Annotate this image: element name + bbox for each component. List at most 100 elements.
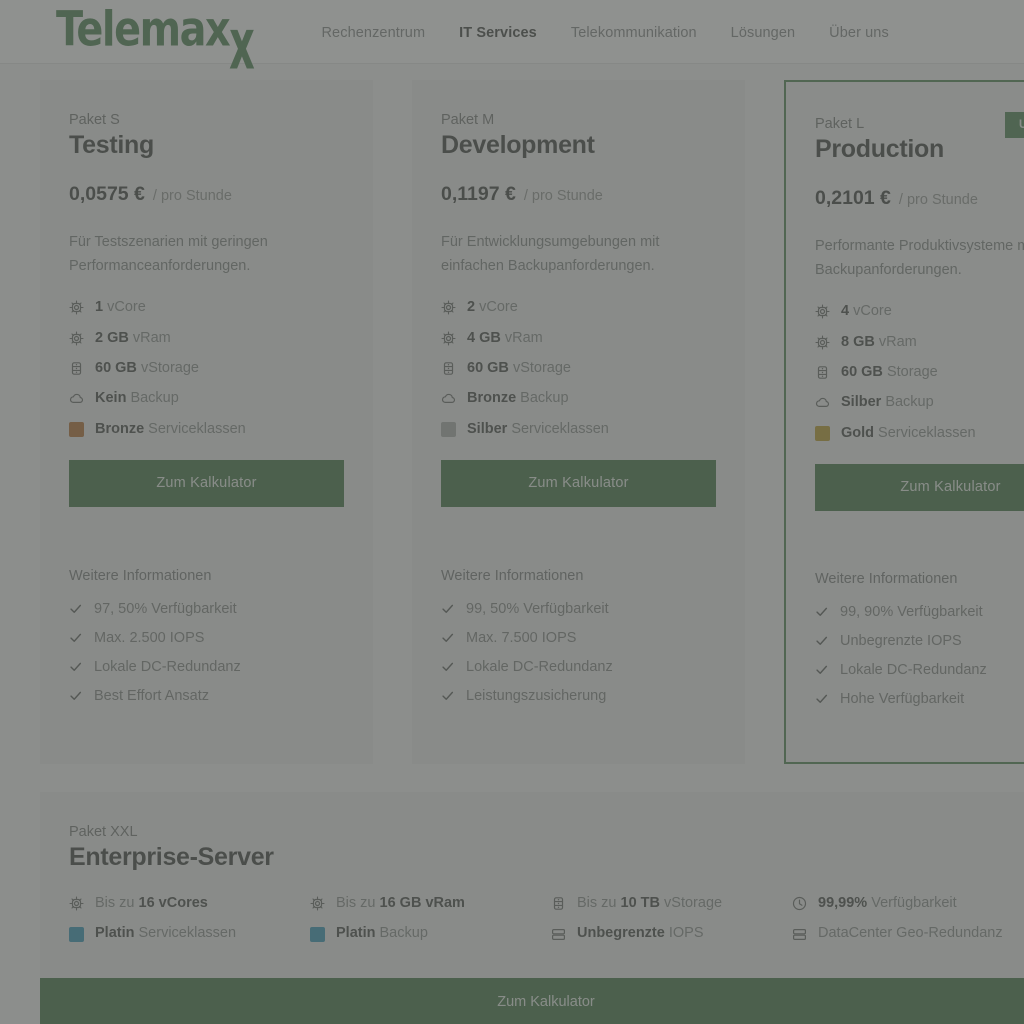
cpu-icon — [815, 335, 830, 350]
more-info-item: Max. 2.500 IOPS — [69, 630, 344, 646]
nav-item--ber-uns[interactable]: Über uns — [829, 25, 889, 41]
check-icon — [815, 692, 829, 706]
spec-label: Silber Serviceklassen — [467, 420, 609, 437]
spec-item: 60 GB vStorage — [69, 360, 344, 377]
spec-item: 4 GB vRam — [441, 330, 716, 347]
package-label: Paket M — [441, 112, 495, 128]
package-name: Testing — [69, 131, 154, 159]
check-icon — [441, 660, 455, 674]
more-info-item: Lokale DC-Redundanz — [441, 659, 716, 675]
spec-item: 99,99% Verfügbarkeit — [792, 895, 1023, 912]
more-info-list: 99, 50% Verfügbarkeit Max. 7.500 IOPS Loka… — [441, 601, 716, 704]
spec-label: 1 vCore — [95, 299, 146, 316]
spec-label: Bronze Serviceklassen — [95, 420, 246, 437]
package-label: Paket S — [69, 112, 120, 128]
spec-list: 4 vCore 8 GB vRam 60 GB Storage Silber Back… — [815, 303, 1024, 442]
xxl-calculator-button[interactable]: Zum Kalkulator — [40, 977, 1024, 1024]
spec-item: Bis zu 16 GB vRam — [310, 895, 541, 912]
spec-item: Kein Backup — [69, 390, 344, 407]
spec-label: Gold Serviceklassen — [841, 424, 976, 441]
package-description: Performante Produktivsysteme mit hohen B… — [815, 238, 1024, 279]
more-info-item: Best Effort Ansatz — [69, 688, 344, 704]
spec-item: Gold Serviceklassen — [815, 425, 1024, 442]
more-info-label: Leistungszusicherung — [466, 688, 607, 705]
price-unit: / pro Stunde — [898, 192, 978, 208]
spec-item: Bronze Backup — [441, 390, 716, 407]
price-value: 0,0575 € — [69, 183, 145, 205]
main-navigation: Rechenzentrum IT Services Telekommunikatio… — [321, 25, 888, 41]
check-icon — [69, 660, 83, 674]
spec-label: 60 GB Storage — [841, 363, 938, 380]
nav-item-telekommunikation[interactable]: Telekommunikation — [571, 25, 697, 41]
spec-label: Kein Backup — [95, 390, 179, 407]
telemaxx-logo[interactable]: Telemaxx — [56, 5, 255, 80]
server-icon — [551, 927, 566, 942]
cpu-icon — [441, 331, 456, 346]
spec-item: Bis zu 16 vCores — [69, 895, 300, 912]
cpu-icon — [815, 304, 830, 319]
spec-item: 4 vCore — [815, 303, 1024, 320]
service-class-swatch — [815, 425, 830, 441]
spec-item: Bis zu 10 TB vStorage — [551, 895, 782, 912]
spec-label: 4 GB vRam — [467, 329, 543, 346]
nav-item-l-sungen[interactable]: Lösungen — [731, 25, 796, 41]
pricing-card-testing: Paket S Testing 0,0575 € / pro Stunde Für Te… — [40, 80, 373, 765]
nav-item-rechenzentrum[interactable]: Rechenzentrum — [321, 25, 425, 41]
calculator-button[interactable]: Zum Kalkulator — [69, 460, 344, 508]
spec-label: Platin Backup — [336, 925, 428, 942]
service-class-swatch — [441, 421, 456, 437]
recommended-badge: Unsere Empfehlung — [1004, 112, 1024, 138]
spec-item: Unbegrenzte IOPS — [551, 925, 782, 942]
check-icon — [815, 605, 829, 619]
cpu-icon — [69, 896, 84, 911]
spec-label: 99,99% Verfügbarkeit — [818, 895, 957, 912]
spec-label: 60 GB vStorage — [467, 359, 571, 376]
spec-label: 4 vCore — [841, 303, 892, 320]
page-root: Telemaxx Rechenzentrum IT Services Telekom… — [0, 0, 1024, 1024]
check-icon — [441, 631, 455, 645]
database-icon — [815, 365, 830, 380]
logo-tail: x — [229, 3, 255, 86]
spec-item: Platin Serviceklassen — [69, 925, 300, 942]
price-value: 0,2101 € — [815, 187, 891, 209]
more-info-item: Leistungszusicherung — [441, 688, 716, 704]
check-icon — [69, 689, 83, 703]
price-value: 0,1197 € — [441, 183, 516, 205]
nav-item-it-services[interactable]: IT Services — [459, 25, 537, 41]
spec-label: Bis zu 10 TB vStorage — [577, 895, 723, 912]
more-info-item: 99, 50% Verfügbarkeit — [441, 601, 716, 617]
spec-item: 8 GB vRam — [815, 334, 1024, 351]
server-icon — [792, 927, 807, 942]
more-info-label: 99, 90% Verfügbarkeit — [840, 604, 983, 621]
spec-label: 2 GB vRam — [95, 329, 171, 346]
check-icon — [441, 602, 455, 616]
check-icon — [69, 631, 83, 645]
spec-item: 1 vCore — [69, 299, 344, 316]
more-info-title: Weitere Informationen — [441, 568, 584, 585]
spec-label: Bis zu 16 vCores — [95, 895, 208, 912]
check-icon — [815, 634, 829, 648]
more-info-item: Lokale DC-Redundanz — [69, 659, 344, 675]
cloud-icon — [815, 395, 830, 410]
service-class-swatch — [310, 926, 325, 942]
spec-item: Silber Serviceklassen — [441, 421, 716, 438]
more-info-label: Lokale DC-Redundanz — [466, 659, 613, 676]
more-info-item: Max. 7.500 IOPS — [441, 630, 716, 646]
database-icon — [69, 361, 84, 376]
cpu-icon — [441, 300, 456, 315]
database-icon — [441, 361, 456, 376]
more-info-title: Weitere Informationen — [815, 571, 958, 588]
more-info-label: 97, 50% Verfügbarkeit — [94, 601, 237, 618]
spec-label: DataCenter Geo-Redundanz — [818, 925, 1003, 942]
price-row: 0,1197 € / pro Stunde — [441, 183, 716, 206]
price-row: 0,0575 € / pro Stunde — [69, 183, 344, 206]
more-info-list: 97, 50% Verfügbarkeit Max. 2.500 IOPS Loka… — [69, 601, 344, 704]
spec-label: Bronze Backup — [467, 390, 569, 407]
spec-item: Platin Backup — [310, 925, 541, 942]
spec-label: 60 GB vStorage — [95, 359, 199, 376]
calculator-button[interactable]: Zum Kalkulator — [441, 460, 716, 508]
price-unit: / pro Stunde — [152, 188, 232, 204]
more-info-item: Lokale DC-Redundanz — [815, 662, 1024, 678]
calculator-button[interactable]: Zum Kalkulator — [815, 464, 1024, 512]
more-info-item: 97, 50% Verfügbarkeit — [69, 601, 344, 617]
